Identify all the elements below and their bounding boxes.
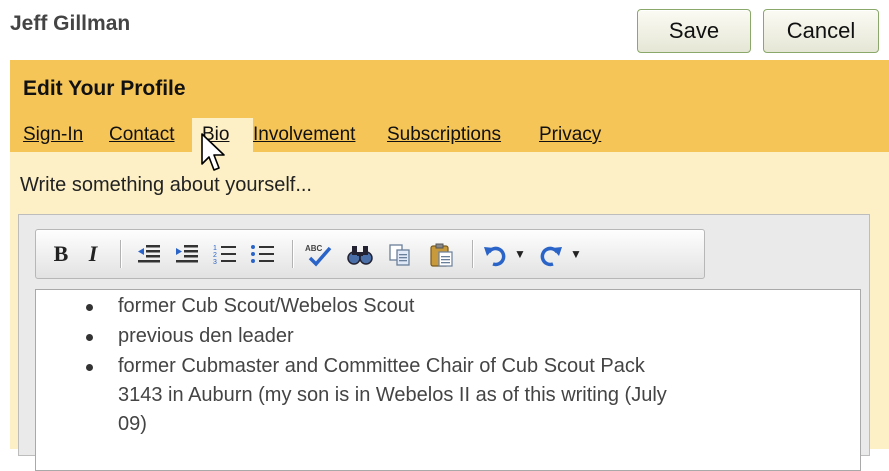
paste-icon[interactable] <box>424 230 460 278</box>
list-item-text: previous den leader <box>118 325 294 347</box>
save-button[interactable]: Save <box>637 9 751 53</box>
tab-involvement[interactable]: Involvement <box>253 124 355 146</box>
profile-tabs: Sign-In Contact Bio Involvement Subscrip… <box>10 118 889 152</box>
bullet-icon <box>86 334 93 341</box>
svg-text:2: 2 <box>213 252 217 259</box>
rich-text-editor: B I 1 2 3 ABC ▼ ▼ former Cub Scout/Webel… <box>18 214 870 471</box>
undo-dropdown-icon[interactable]: ▼ <box>512 230 528 278</box>
undo-icon[interactable] <box>480 230 510 278</box>
bold-button[interactable]: B <box>48 230 74 278</box>
toolbar-separator <box>120 240 121 268</box>
svg-text:3: 3 <box>213 259 217 266</box>
bullet-icon <box>86 304 93 311</box>
bio-tab-content: Write something about yourself... B I 1 … <box>10 152 889 471</box>
tab-subscriptions[interactable]: Subscriptions <box>387 124 501 146</box>
bio-text-area[interactable]: former Cub Scout/Webelos Scout previous … <box>35 289 861 471</box>
tab-sign-in[interactable]: Sign-In <box>23 124 83 146</box>
svg-text:1: 1 <box>213 245 217 252</box>
redo-icon[interactable] <box>536 230 566 278</box>
tab-privacy[interactable]: Privacy <box>539 124 601 146</box>
mouse-pointer-icon <box>201 133 225 171</box>
copy-icon[interactable] <box>382 230 418 278</box>
toolbar-separator <box>472 240 473 268</box>
cancel-button[interactable]: Cancel <box>763 9 879 53</box>
spellcheck-icon[interactable]: ABC <box>300 230 336 278</box>
bulleted-list-icon[interactable] <box>246 230 280 278</box>
list-item-text: former Cubmaster and Committee Chair of … <box>118 355 645 377</box>
editor-toolbar: B I 1 2 3 ABC ▼ ▼ <box>35 229 705 279</box>
outdent-icon[interactable] <box>132 230 166 278</box>
user-name: Jeff Gillman <box>10 12 131 35</box>
svg-text:ABC: ABC <box>305 244 323 253</box>
panel-title: Edit Your Profile <box>23 77 186 100</box>
bio-prompt: Write something about yourself... <box>20 174 312 196</box>
list-item-text: 3143 in Auburn (my son is in Webelos II … <box>118 384 667 406</box>
edit-profile-panel: Edit Your Profile Sign-In Contact Bio In… <box>10 60 889 471</box>
indent-icon[interactable] <box>170 230 204 278</box>
toolbar-separator <box>292 240 293 268</box>
list-item-text: 09) <box>118 413 147 435</box>
numbered-list-icon[interactable]: 1 2 3 <box>208 230 242 278</box>
bullet-icon <box>86 364 93 371</box>
find-icon[interactable] <box>342 230 378 278</box>
italic-button[interactable]: I <box>80 230 106 278</box>
tab-contact[interactable]: Contact <box>109 124 174 146</box>
list-item-text: former Cub Scout/Webelos Scout <box>118 295 415 317</box>
redo-dropdown-icon[interactable]: ▼ <box>568 230 584 278</box>
